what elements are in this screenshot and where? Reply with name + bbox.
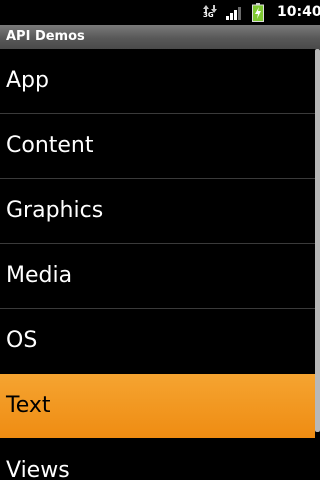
list-item-app[interactable]: App — [0, 49, 315, 113]
list-item-label: Views — [6, 458, 70, 480]
list-item-label: Graphics — [6, 198, 104, 223]
battery-charging-icon — [252, 3, 264, 22]
status-bar: 3G 10:40 — [0, 0, 320, 25]
status-clock: 10:40 — [277, 4, 320, 20]
signal-strength-icon — [226, 5, 244, 20]
list-item-content[interactable]: Content — [0, 114, 315, 178]
demo-category-list[interactable]: App Content Graphics Media OS Text Views — [0, 49, 320, 480]
app-title-bar: API Demos — [0, 25, 320, 49]
list-item-media[interactable]: Media — [0, 244, 315, 308]
list-item-views[interactable]: Views — [0, 439, 315, 480]
list-item-label: Media — [6, 263, 73, 288]
list-item-label: Text — [6, 393, 51, 418]
list-scrollbar[interactable] — [315, 49, 320, 480]
network-activity-icon: 3G — [203, 5, 217, 21]
list-item-label: App — [6, 68, 49, 93]
list-item-os[interactable]: OS — [0, 309, 315, 373]
list-item-text[interactable]: Text — [0, 374, 315, 438]
screen: 3G 10:40 API Demos App Content Graphics … — [0, 0, 320, 480]
network-type-label: 3G — [203, 11, 214, 19]
list-item-label: OS — [6, 328, 38, 353]
list-item-graphics[interactable]: Graphics — [0, 179, 315, 243]
app-title: API Demos — [6, 29, 85, 44]
list-item-label: Content — [6, 133, 94, 158]
scrollbar-thumb[interactable] — [315, 49, 320, 432]
